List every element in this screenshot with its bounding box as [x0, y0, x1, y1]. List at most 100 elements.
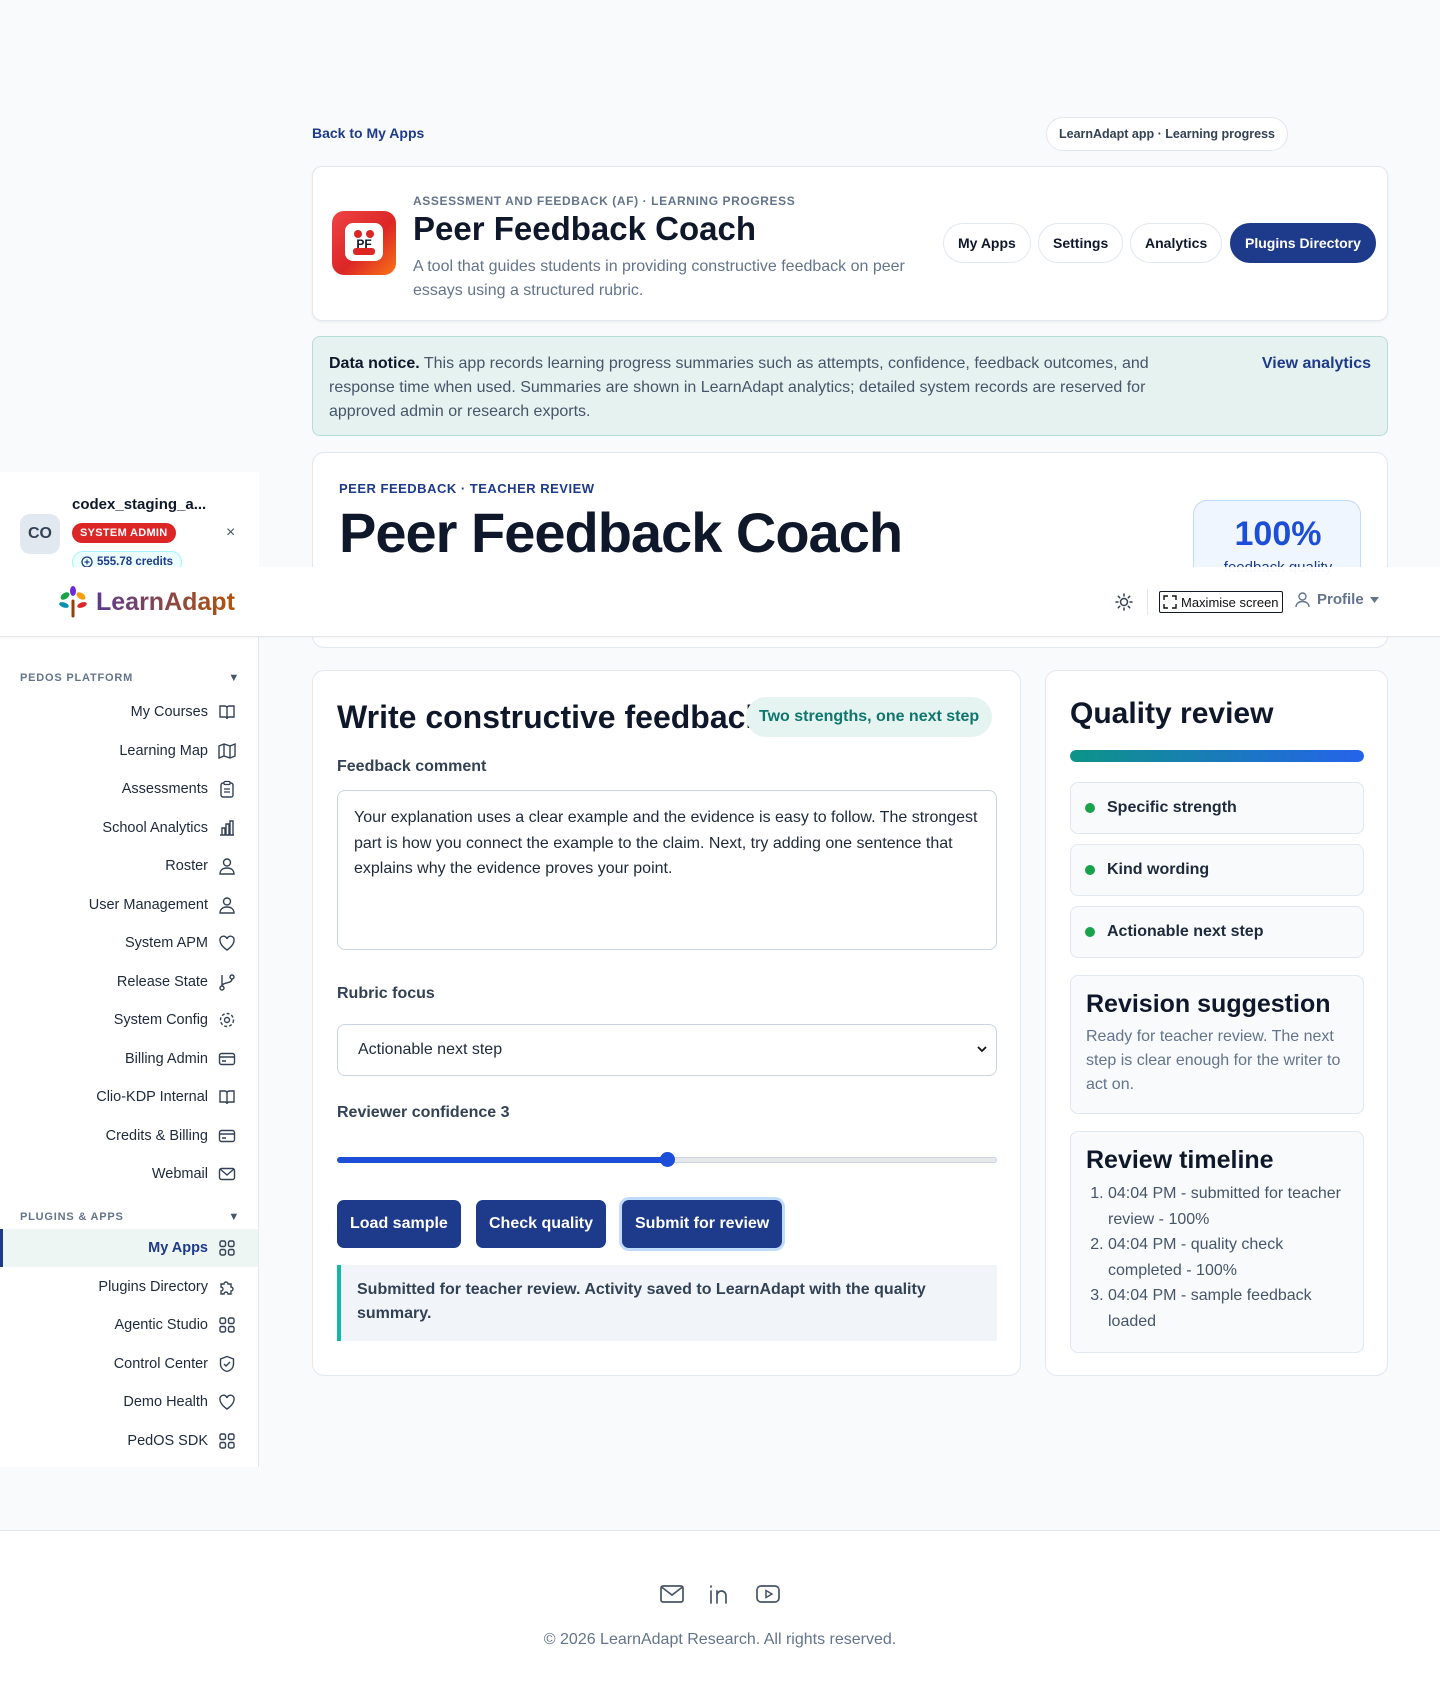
sidebar-item-my-apps[interactable]: My Apps [0, 1229, 258, 1267]
status-message: Submitted for teacher review. Activity s… [337, 1265, 997, 1341]
settings-button[interactable]: Settings [1038, 223, 1124, 263]
sidebar-user-panel: CO codex_staging_a... SYSTEM ADMIN 555.7… [0, 472, 259, 573]
youtube-icon[interactable] [755, 1581, 781, 1607]
sidebar-item-agentic-studio[interactable]: Agentic Studio [0, 1306, 258, 1344]
linkedin-icon[interactable] [707, 1581, 733, 1607]
my-apps-button[interactable]: My Apps [943, 223, 1031, 263]
load-sample-button[interactable]: Load sample [337, 1200, 461, 1248]
chevron-down-icon: ▼ [228, 672, 240, 684]
sidebar-item-credits-billing[interactable]: Credits & Billing [0, 1117, 258, 1155]
close-icon[interactable]: × [226, 524, 235, 542]
git-branch-icon [219, 973, 235, 991]
shield-icon [219, 1355, 235, 1372]
sidebar-item-school-analytics[interactable]: School Analytics [0, 809, 258, 847]
maximise-screen-button[interactable]: Maximise screen [1159, 591, 1283, 613]
app-title: Peer Feedback Coach [413, 210, 756, 247]
app-logo-text: PF [356, 237, 372, 251]
plugins-directory-button[interactable]: Plugins Directory [1230, 223, 1376, 263]
sidebar-item-label: Roster [165, 858, 208, 874]
sidebar-item-control-center[interactable]: Control Center [0, 1345, 258, 1383]
view-analytics-link[interactable]: View analytics [1262, 352, 1371, 376]
slider-thumb[interactable] [660, 1152, 675, 1167]
sidebar-item-system-config[interactable]: System Config [0, 1001, 258, 1039]
revision-suggestion-text: Ready for teacher review. The next step … [1086, 1028, 1341, 1093]
mail-icon[interactable] [659, 1581, 685, 1607]
submit-for-review-button[interactable]: Submit for review [622, 1200, 783, 1248]
slider-fill [337, 1157, 667, 1163]
sidebar-item-my-courses[interactable]: My Courses [0, 693, 258, 731]
hero-kicker: PEER FEEDBACK · TEACHER REVIEW [339, 481, 595, 496]
gear-icon [219, 1012, 235, 1028]
timeline-item: 04:04 PM - submitted for teacher review … [1108, 1181, 1348, 1232]
book-icon [219, 1090, 235, 1105]
rubric-focus-value: Actionable next step [358, 1041, 503, 1058]
sidebar-item-label: Credits & Billing [105, 1127, 208, 1144]
topbar-divider [1147, 589, 1148, 615]
sidebar-item-roster[interactable]: Roster [0, 847, 258, 885]
quality-check-label: Kind wording [1107, 861, 1210, 878]
check-dot-icon [1085, 927, 1095, 937]
sidebar-item-clio-kdp-internal[interactable]: Clio-KDP Internal [0, 1078, 258, 1116]
sidebar-item-plugins-directory[interactable]: Plugins Directory [0, 1268, 258, 1306]
bar-chart-icon [220, 819, 234, 836]
footer: © 2026 LearnAdapt Research. All rights r… [0, 1530, 1440, 1704]
analytics-button[interactable]: Analytics [1130, 223, 1223, 263]
sun-icon[interactable] [1114, 592, 1134, 612]
quality-progress-bar [1070, 750, 1364, 762]
users-icon [219, 896, 235, 914]
sidebar-section-apps[interactable]: PLUGINS & APPS ▼ [20, 1211, 240, 1223]
data-notice-body: This app records learning progress summa… [329, 355, 1149, 420]
reviewer-confidence-slider[interactable] [337, 1152, 997, 1167]
review-timeline-card: Review timeline 04:04 PM - submitted for… [1070, 1131, 1364, 1353]
hero-title: Peer Feedback Coach [339, 501, 903, 564]
check-dot-icon [1085, 865, 1095, 875]
sidebar-item-label: Plugins Directory [98, 1278, 208, 1295]
feedback-quality-value: 100% [1234, 515, 1322, 553]
sidebar-item-release-state[interactable]: Release State [0, 963, 258, 1001]
heart-icon [219, 935, 235, 951]
check-quality-button[interactable]: Check quality [476, 1200, 607, 1248]
sidebar-item-learning-map[interactable]: Learning Map [0, 732, 258, 770]
username: codex_staging_a... [72, 496, 207, 513]
sidebar-item-pedos-sdk[interactable]: PedOS SDK [0, 1422, 258, 1460]
sidebar-item-label: System Config [113, 1012, 208, 1028]
feedback-comment-textarea[interactable]: Your explanation uses a clear example an… [337, 790, 997, 950]
revision-suggestion-card: Revision suggestion Ready for teacher re… [1070, 975, 1364, 1114]
app-description: A tool that guides students in providing… [413, 258, 905, 299]
sidebar-item-user-management[interactable]: User Management [0, 886, 258, 924]
brand-name: LearnAdapt [96, 587, 235, 616]
app-kicker: ASSESSMENT AND FEEDBACK (AF) · LEARNING … [413, 194, 796, 208]
card-icon [218, 1129, 236, 1142]
map-icon [218, 742, 236, 759]
sidebar-item-assessments[interactable]: Assessments [0, 770, 258, 808]
tree-logo-icon [59, 586, 87, 618]
sidebar-item-label: Release State [116, 973, 208, 990]
data-notice-lead: Data notice. [329, 355, 420, 372]
sidebar: PEDOS PLATFORM ▼ My Courses Learning Map As… [0, 637, 259, 1467]
sidebar-item-billing-admin[interactable]: Billing Admin [0, 1040, 258, 1078]
sidebar-item-webmail[interactable]: Webmail [0, 1155, 258, 1193]
heart-icon [219, 1394, 235, 1410]
avatar[interactable]: CO [20, 514, 60, 554]
form-hint-chip: Two strengths, one next step [746, 697, 993, 737]
profile-menu[interactable]: Profile [1294, 591, 1379, 608]
sidebar-section-platform[interactable]: PEDOS PLATFORM ▼ [20, 672, 240, 684]
sidebar-item-demo-health[interactable]: Demo Health [0, 1383, 258, 1421]
quality-review-title: Quality review [1070, 697, 1274, 730]
app-logo: PF [332, 211, 396, 275]
grid-icon [219, 1240, 235, 1256]
chevron-down-icon: ▼ [228, 1211, 240, 1223]
back-to-my-apps-link[interactable]: Back to My Apps [312, 125, 424, 141]
sidebar-item-label: My Apps [148, 1240, 208, 1256]
brand-logo[interactable]: LearnAdapt [56, 585, 235, 619]
sidebar-item-system-apm[interactable]: System APM [0, 924, 258, 962]
maximise-label: Maximise screen [1181, 594, 1279, 610]
top-bar: LearnAdapt Maximise screen Profile [0, 567, 1440, 637]
sidebar-item-label: System APM [125, 935, 208, 951]
quality-check-label: Specific strength [1107, 799, 1237, 816]
quality-check-label: Actionable next step [1107, 923, 1264, 940]
rubric-focus-select[interactable]: Actionable next step [337, 1024, 997, 1076]
copyright: © 2026 LearnAdapt Research. All rights r… [543, 1631, 897, 1648]
feedback-comment-label: Feedback comment [337, 758, 487, 775]
quality-progress-fill [1070, 750, 1364, 762]
